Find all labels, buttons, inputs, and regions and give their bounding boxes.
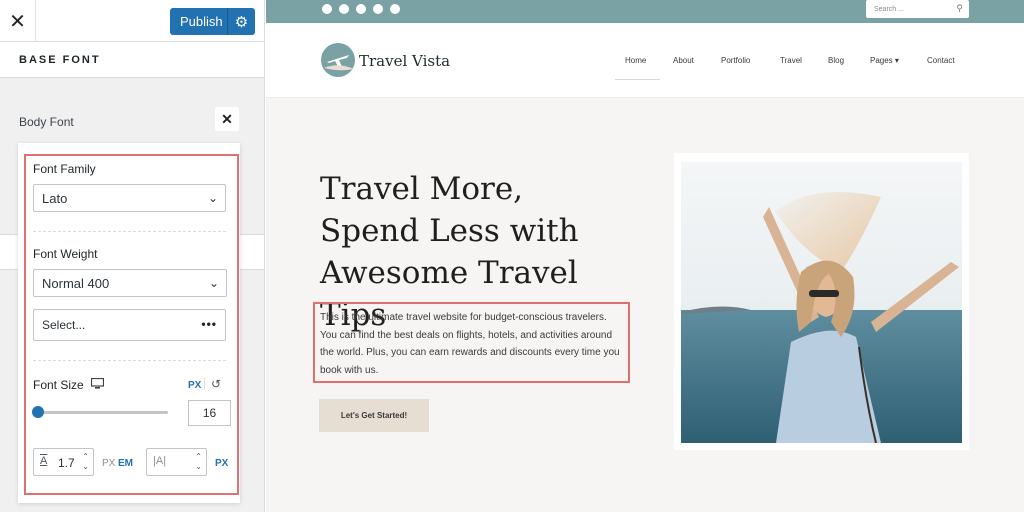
nav-contact[interactable]: Contact	[927, 56, 955, 65]
site-header: Travel Vista Home About Portfolio Travel…	[266, 23, 1024, 98]
letter-spacing-placeholder: |A|	[153, 455, 167, 467]
pinterest-icon[interactable]	[390, 4, 400, 14]
font-style-select[interactable]: Select... •••	[33, 309, 226, 341]
line-height-icon: A	[40, 455, 48, 467]
font-size-label: Font Size	[33, 378, 84, 392]
reset-icon[interactable]: ↺	[211, 377, 221, 391]
body-font-close-icon[interactable]: ✕	[215, 107, 239, 131]
line-height-value: 1.7	[58, 456, 75, 470]
nav-home[interactable]: Home	[625, 56, 646, 65]
line-height-input[interactable]: A 1.7 ⌃ ⌄	[33, 448, 94, 476]
chevron-down-icon: ⌄	[208, 276, 219, 290]
site-preview: Search ... ⚲ Travel Vista Home About Por…	[266, 0, 1024, 512]
gear-icon[interactable]: ⚙	[227, 8, 255, 35]
font-family-label: Font Family	[33, 162, 96, 176]
line-height-unit-px[interactable]: PX	[102, 458, 115, 469]
section-title: BASE FONT	[0, 42, 264, 78]
facebook-icon[interactable]	[322, 4, 332, 14]
font-size-input[interactable]: 16	[188, 400, 231, 426]
youtube-icon[interactable]	[356, 4, 366, 14]
nav-blog[interactable]: Blog	[828, 56, 844, 65]
publish-label: Publish	[180, 14, 223, 29]
top-bar: Search ... ⚲	[266, 0, 1024, 23]
font-style-placeholder: Select...	[42, 318, 86, 332]
logo-icon[interactable]	[320, 42, 356, 78]
stepper-icon[interactable]: ⌃ ⌄	[195, 452, 202, 472]
publish-button[interactable]: Publish ⚙	[170, 8, 255, 35]
font-size-unit[interactable]: PX	[188, 380, 201, 391]
customizer-panel: ✕ Publish ⚙ BASE FONT Body Font ✕ Font F…	[0, 0, 265, 512]
screen: ✕ Publish ⚙ BASE FONT Body Font ✕ Font F…	[0, 0, 1024, 512]
font-size-slider-handle[interactable]	[32, 406, 44, 418]
font-family-value: Lato	[42, 190, 68, 206]
cta-button[interactable]: Let's Get Started!	[319, 399, 429, 432]
customizer-header: ✕ Publish ⚙	[0, 0, 264, 42]
unit-divider	[204, 378, 205, 390]
brand-name[interactable]: Travel Vista	[359, 52, 450, 70]
font-size-slider[interactable]	[37, 411, 168, 414]
font-weight-select[interactable]: Normal 400 ⌄	[33, 269, 227, 297]
stepper-icon[interactable]: ⌃ ⌄	[82, 452, 89, 472]
search-placeholder: Search ...	[874, 5, 904, 13]
close-icon[interactable]: ✕	[0, 0, 36, 42]
line-height-unit-em[interactable]: EM	[118, 458, 133, 469]
search-icon[interactable]: ⚲	[956, 3, 963, 14]
font-weight-label: Font Weight	[33, 247, 98, 261]
nav-portfolio[interactable]: Portfolio	[721, 56, 750, 65]
desktop-icon[interactable]	[91, 378, 104, 389]
search-input[interactable]: Search ... ⚲	[866, 0, 969, 18]
font-family-select[interactable]: Lato ⌄	[33, 184, 226, 212]
nav-active-indicator	[615, 79, 660, 80]
body-font-label: Body Font	[19, 115, 74, 129]
letter-spacing-unit[interactable]: PX	[215, 458, 228, 469]
separator	[33, 360, 226, 361]
nav-pages[interactable]: Pages ▾	[870, 56, 899, 65]
font-weight-value: Normal 400	[42, 275, 110, 291]
letter-spacing-input[interactable]: |A| ⌃ ⌄	[146, 448, 207, 476]
nav-travel[interactable]: Travel	[780, 56, 802, 65]
twitter-icon[interactable]	[339, 4, 349, 14]
ellipsis-icon[interactable]: •••	[201, 317, 217, 331]
chevron-down-icon: ⌄	[207, 191, 218, 205]
highlight-box	[313, 302, 630, 383]
nav-about[interactable]: About	[673, 56, 694, 65]
separator	[33, 231, 226, 232]
hero-photo	[681, 162, 962, 443]
instagram-icon[interactable]	[373, 4, 383, 14]
